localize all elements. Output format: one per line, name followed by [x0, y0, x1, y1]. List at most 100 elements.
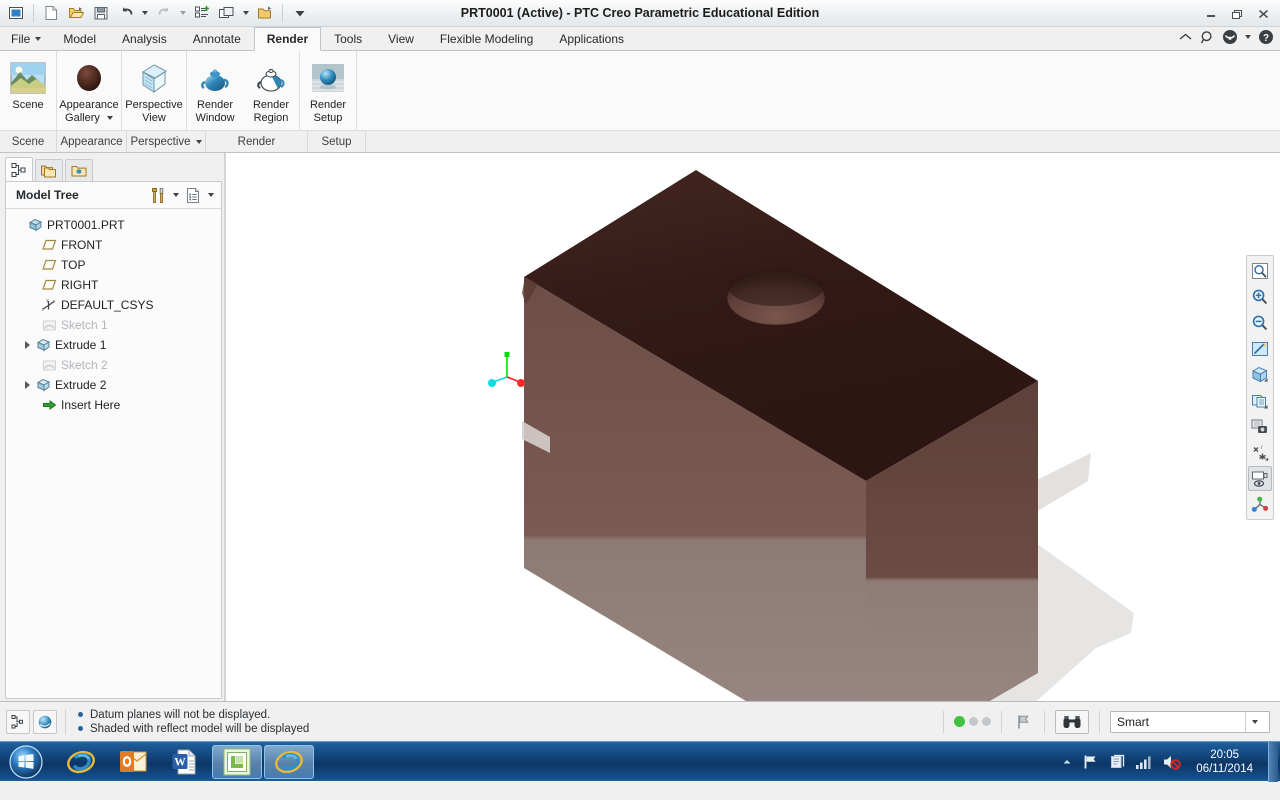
taskbar-creo[interactable] — [212, 744, 262, 779]
tab-file[interactable]: File — [0, 27, 50, 50]
graphics-window[interactable]: / — [225, 153, 1280, 701]
tree-expander-extrude-1[interactable] — [20, 341, 34, 349]
group-label-perspective[interactable]: Perspective — [127, 131, 206, 152]
restore-button[interactable] — [1224, 3, 1250, 25]
start-button[interactable] — [2, 744, 50, 780]
perspective-group-caret-icon[interactable] — [195, 139, 202, 144]
tree-expander-extrude-2[interactable] — [20, 381, 34, 389]
tree-item-sketch-2[interactable]: Sketch 2 — [6, 355, 221, 375]
render-region-icon — [253, 57, 289, 99]
tree-item-extrude-2[interactable]: Extrude 2 — [6, 375, 221, 395]
tab-model[interactable]: Model — [50, 27, 109, 50]
zoom-out-icon[interactable] — [1248, 310, 1272, 335]
undo-icon[interactable] — [114, 2, 138, 25]
close-window-icon[interactable] — [253, 2, 277, 25]
tree-display-caret-icon[interactable] — [204, 184, 217, 206]
taskbar-word[interactable]: W — [160, 745, 210, 779]
display-style-icon[interactable] — [1248, 362, 1272, 387]
tab-render[interactable]: Render — [253, 27, 322, 51]
tab-flexible-modeling[interactable]: Flexible Modeling — [427, 27, 546, 50]
tab-view-label: View — [388, 32, 414, 46]
scene-icon — [10, 57, 46, 99]
status-message-1: Datum planes will not be displayed. — [90, 708, 271, 721]
redo-dropdown-caret-icon[interactable] — [177, 2, 189, 25]
open-icon[interactable] — [64, 2, 88, 25]
tree-item-top[interactable]: TOP — [6, 255, 221, 275]
tree-display-icon[interactable] — [182, 184, 204, 206]
show-desktop-button[interactable] — [1268, 742, 1278, 782]
network-flag-icon[interactable] — [1083, 754, 1100, 770]
search-icon[interactable] — [1200, 30, 1215, 45]
sidebar-item-favorites[interactable] — [65, 159, 93, 182]
saved-views-icon[interactable] — [1248, 388, 1272, 413]
window-switch-icon[interactable] — [215, 2, 239, 25]
model-viewport[interactable] — [226, 153, 1280, 701]
group-label-perspective-text: Perspective — [130, 135, 191, 148]
perspective-view-button[interactable]: Perspective View — [123, 52, 185, 129]
show-hidden-icons-icon[interactable] — [1060, 756, 1074, 768]
action-center-icon[interactable] — [1109, 754, 1126, 770]
taskbar-outlook[interactable] — [108, 745, 158, 779]
tree-item-front[interactable]: FRONT — [6, 235, 221, 255]
search-tool-button[interactable] — [1055, 709, 1089, 734]
new-icon[interactable] — [39, 2, 63, 25]
collapse-ribbon-icon[interactable] — [1178, 31, 1193, 44]
sidebar-item-model-tree[interactable] — [5, 157, 33, 182]
save-icon[interactable] — [89, 2, 113, 25]
render-window-button[interactable]: Render Window — [188, 52, 242, 129]
selection-filter-caret-icon[interactable] — [1245, 711, 1263, 732]
help-center-icon[interactable] — [1222, 29, 1238, 45]
tree-settings-caret-icon[interactable] — [169, 184, 182, 206]
network-signal-icon[interactable] — [1135, 755, 1153, 770]
view-manager-icon[interactable] — [1248, 414, 1272, 439]
datum-display-icon[interactable]: / — [1248, 440, 1272, 465]
tab-applications[interactable]: Applications — [546, 27, 637, 50]
tab-tools[interactable]: Tools — [321, 27, 375, 50]
repaint-icon[interactable] — [1248, 336, 1272, 361]
spin-center-icon[interactable] — [1248, 492, 1272, 517]
regenerate-icon[interactable] — [190, 2, 214, 25]
annotation-display-icon[interactable] — [1248, 466, 1272, 491]
taskbar-internet-explorer[interactable] — [56, 745, 106, 779]
tree-item-sketch-1[interactable]: Sketch 1 — [6, 315, 221, 335]
selection-filter-icon[interactable] — [6, 709, 30, 734]
tree-item-extrude-1[interactable]: Extrude 1 — [6, 335, 221, 355]
close-button[interactable] — [1250, 3, 1276, 25]
tree-item-part[interactable]: PRT0001.PRT — [6, 215, 221, 235]
appearance-gallery-button[interactable]: Appearance Gallery — [58, 52, 120, 129]
tree-item-right[interactable]: RIGHT — [6, 275, 221, 295]
render-setup-button[interactable]: Render Setup — [301, 52, 355, 129]
volume-muted-icon[interactable] — [1162, 754, 1182, 770]
help-dropdown-caret-icon[interactable] — [1245, 35, 1251, 39]
tab-analysis[interactable]: Analysis — [109, 27, 180, 50]
sketch-icon — [40, 319, 58, 332]
appearance-status-icon[interactable] — [33, 709, 57, 734]
tree-settings-icon[interactable] — [147, 184, 169, 206]
sidebar-item-folder-browser[interactable] — [35, 159, 63, 182]
scene-button[interactable]: Scene — [1, 52, 55, 129]
redo-icon[interactable] — [152, 2, 176, 25]
tab-view[interactable]: View — [375, 27, 427, 50]
tab-annotate-label: Annotate — [192, 32, 241, 46]
appearance-gallery-label-1: Appearance — [59, 99, 119, 111]
render-region-button[interactable]: Render Region — [244, 52, 298, 129]
window-icon[interactable] — [4, 2, 28, 25]
tree-item-default-csys[interactable]: y z x DEFAULT_CSYS — [6, 295, 221, 315]
datum-plane-icon — [40, 239, 58, 251]
help-icon[interactable]: ? — [1258, 29, 1274, 45]
refit-icon[interactable] — [1248, 258, 1272, 283]
appearance-gallery-icon — [73, 57, 105, 99]
flag-icon[interactable] — [1012, 711, 1034, 733]
window-switch-caret-icon[interactable] — [240, 2, 252, 25]
tab-model-label: Model — [63, 32, 97, 46]
undo-dropdown-caret-icon[interactable] — [139, 2, 151, 25]
selection-filter-dropdown[interactable]: Smart — [1110, 710, 1270, 733]
minimize-button[interactable] — [1198, 3, 1224, 25]
appearance-gallery-caret-icon[interactable] — [106, 115, 113, 120]
zoom-in-icon[interactable] — [1248, 284, 1272, 309]
customize-icon[interactable] — [288, 2, 312, 25]
taskbar-clock[interactable]: 20:05 06/11/2014 — [1190, 748, 1259, 776]
taskbar-internet-explorer-2[interactable] — [264, 744, 314, 779]
tab-annotate[interactable]: Annotate — [180, 27, 254, 50]
tree-item-insert-here[interactable]: Insert Here — [6, 395, 221, 415]
